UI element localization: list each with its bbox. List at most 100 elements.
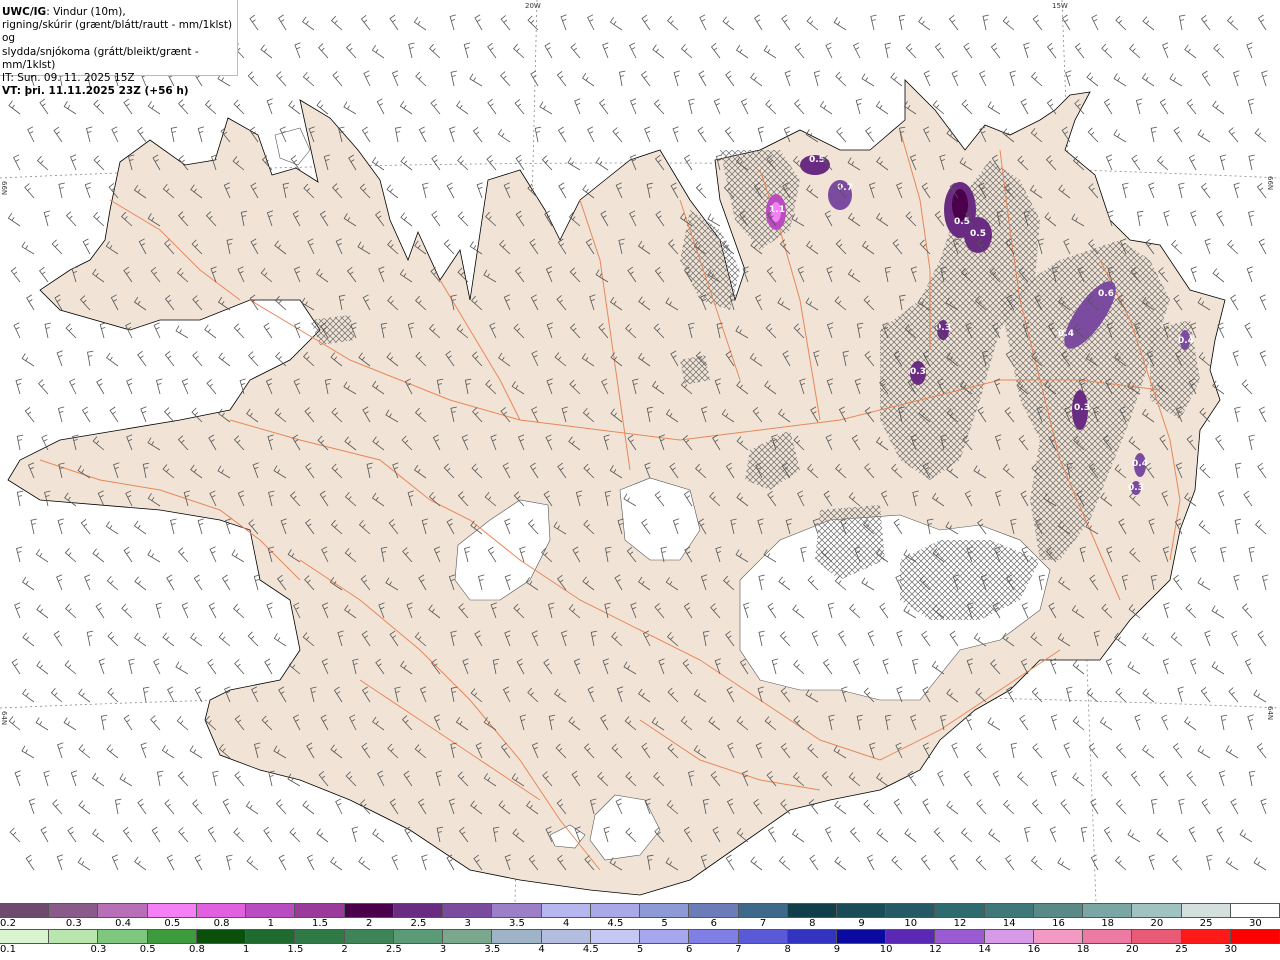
weather-map: 1.10.50.70.50.50.40.60.30.30.30.40.30.4 … xyxy=(0,0,1280,903)
colorbar-swatch xyxy=(443,930,493,943)
colorbar-swatch xyxy=(295,930,345,943)
colorbar-swatch xyxy=(1132,930,1182,943)
lat-label-66n-left: 66N xyxy=(0,181,8,195)
colorbar-tick-label: 20 xyxy=(1125,944,1139,955)
colorbar-tick-label: 0.1 xyxy=(0,944,16,955)
colorbar-tick-label: 30 xyxy=(1249,918,1262,929)
colorbar-swatch xyxy=(246,930,296,943)
colorbar-tick-label: 7 xyxy=(735,944,742,955)
precip-value-label: 0.4 xyxy=(1178,336,1194,346)
colorbar-tick-label: 8 xyxy=(784,944,791,955)
colorbar-tick-label: 3.5 xyxy=(484,944,501,955)
colorbar-swatch xyxy=(738,904,788,917)
colorbar-tick-label: 3 xyxy=(464,918,471,929)
colorbar-swatch xyxy=(836,904,887,917)
precip-value-label: 0.5 xyxy=(809,155,825,165)
colorbar-tick-label: 4.5 xyxy=(582,944,599,955)
title-variable: : Vindur (10m), xyxy=(46,6,126,18)
colorbar-tick-label: 9 xyxy=(833,944,841,955)
colorbar-tick-label: 3 xyxy=(439,944,447,955)
colorbar-tick-label: 0.3 xyxy=(65,918,82,929)
colorbar-swatch xyxy=(492,930,542,943)
colorbar-swatch xyxy=(541,904,591,917)
lat-label-64n-left: 64N xyxy=(0,711,8,725)
colorbar-swatch xyxy=(1033,930,1084,943)
colorbar-tick-label: 20 xyxy=(1150,918,1164,929)
colorbar-tick-label: 1 xyxy=(242,944,250,955)
colorbar-tick-label: 0.2 xyxy=(0,918,16,929)
colorbar-tick-label: 1.5 xyxy=(312,918,328,929)
lat-label-66n-right: 66N xyxy=(1266,176,1274,190)
colorbar-tick-label: 2 xyxy=(341,944,348,955)
colorbar-swatch xyxy=(689,930,739,943)
lat-label-64n-right: 64N xyxy=(1266,706,1274,720)
colorbar-swatch xyxy=(541,930,591,943)
colorbar-tick-label: 0.3 xyxy=(90,944,107,955)
colorbar-swatch xyxy=(246,904,296,917)
colorbar-swatch xyxy=(1132,904,1182,917)
colorbar-tick-label: 10 xyxy=(879,944,893,955)
colorbar-swatch xyxy=(1181,904,1231,917)
colorbar-tick-label: 25 xyxy=(1175,944,1188,955)
colorbar-tick-label: 6 xyxy=(710,918,718,929)
precip-value-label: 0.3 xyxy=(910,367,926,377)
colorbar-swatch xyxy=(1230,904,1280,917)
title-line-3: slydda/snjókoma (grátt/bleikt/grænt - mm… xyxy=(2,45,199,71)
map-title-box: UWC/IG: Vindur (10m), rigning/skúrir (gr… xyxy=(0,0,238,97)
precip-value-label: 0.4 xyxy=(1132,459,1148,469)
colorbar-swatch xyxy=(787,904,837,917)
colorbar-swatch xyxy=(196,930,247,943)
colorbar-tick-label: 4 xyxy=(538,944,545,955)
colorbar-tick-label: 14 xyxy=(978,944,991,955)
colorbar-swatch xyxy=(640,930,690,943)
colorbar-swatch xyxy=(393,930,444,943)
colorbar-swatch xyxy=(344,930,394,943)
colorbar-swatch xyxy=(49,904,99,917)
product-name: UWC/IG xyxy=(2,6,47,18)
colorbar-tick-label: 0.5 xyxy=(164,918,181,929)
colorbar-tick-label: 7 xyxy=(759,918,767,929)
colorbar-swatch xyxy=(49,930,99,943)
title-line-2: rigning/skúrir (grænt/blátt/rautt - mm/1… xyxy=(2,19,233,45)
precip-value-label: 0.5 xyxy=(970,229,986,239)
colorbar-swatch xyxy=(935,904,985,917)
title-line-1: UWC/IG: Vindur (10m), xyxy=(2,6,237,19)
colorbar-swatch xyxy=(393,904,444,917)
colorbar-tick-label: 0.5 xyxy=(139,944,156,955)
precip-value-label: 0.3 xyxy=(1128,483,1144,493)
snow-colorbar xyxy=(0,903,1280,918)
colorbar-tick-label: 2 xyxy=(366,918,373,929)
colorbar-swatch xyxy=(738,930,788,943)
colorbar-swatch xyxy=(0,904,50,917)
colorbar-tick-label: 3.5 xyxy=(508,918,525,929)
colorbar-tick-label: 16 xyxy=(1052,918,1065,929)
issue-time: IT: Sun. 09. 11. 2025 15Z xyxy=(2,72,135,85)
colorbar-swatch xyxy=(1083,904,1133,917)
colorbar-tick-label: 10 xyxy=(904,918,918,929)
colorbar-swatch xyxy=(196,904,247,917)
colorbar-swatch xyxy=(295,904,345,917)
colorbar-swatch xyxy=(886,930,936,943)
valid-time: VT: þri. 11.11.2025 23Z (+56 h) xyxy=(2,85,189,98)
precip-value-label: 0.3 xyxy=(1074,403,1090,413)
colorbar-swatch xyxy=(344,904,394,917)
colorbar-tick-label: 16 xyxy=(1027,944,1041,955)
precip-value-label: 1.1 xyxy=(769,205,785,215)
colorbar-tick-label: 12 xyxy=(929,944,942,955)
colorbar-tick-label: 1 xyxy=(267,918,274,929)
colorbar-tick-label: 12 xyxy=(953,918,967,929)
colorbar-tick-label: 18 xyxy=(1101,918,1115,929)
colorbar-tick-label: 6 xyxy=(686,944,693,955)
colorbar-tick-label: 9 xyxy=(858,918,865,929)
colorbar-swatch xyxy=(689,904,739,917)
colorbar-swatch xyxy=(1083,930,1133,943)
colorbar-tick-label: 30 xyxy=(1224,944,1238,955)
colorbar-swatch xyxy=(787,930,837,943)
colorbar-tick-label: 4.5 xyxy=(607,918,624,929)
snow-colorbar-legend: 0.2 0.3 0.4 0.5 0.8 1 1.5 2 2.5 3 3.5 4 4.5 5 6 7 8 9 10 12… xyxy=(0,903,1280,929)
colorbar-tick-label: 8 xyxy=(809,918,816,929)
colorbar-tick-label: 2.5 xyxy=(385,944,402,955)
colorbar-tick-label: 1.5 xyxy=(287,944,304,955)
colorbar-tick-label: 14 xyxy=(1002,918,1016,929)
colorbar-swatch xyxy=(98,904,148,917)
